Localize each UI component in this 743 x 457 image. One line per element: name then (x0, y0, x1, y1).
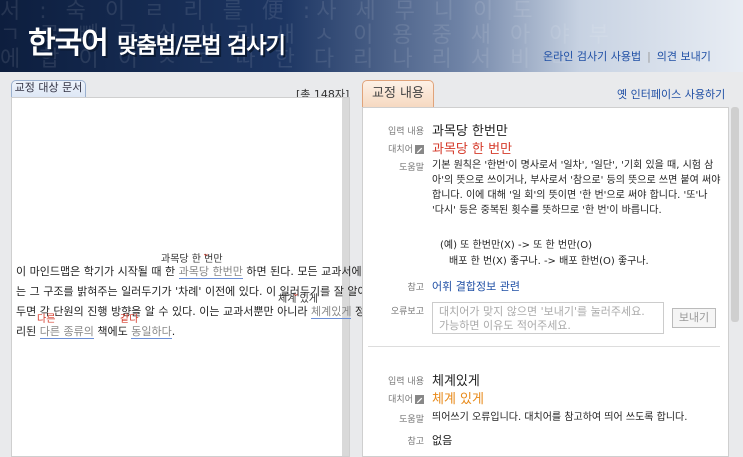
help-text: 기본 원칙은 '한번'이 명사로서 '일차', '일단', '기회 있을 때, … (432, 160, 721, 216)
input-value: 체계있게 (432, 374, 480, 389)
suggestion-label: 과목당 한 번만 (161, 254, 223, 265)
logo-title-rest: 맞춤법/문법 검사기 (117, 34, 286, 59)
old-interface-link[interactable]: 옛 인터페이스 사용하기 (617, 86, 725, 102)
doc-line: 다른 같다 리된 다른 종류의 책에도 동일하다. (16, 314, 338, 342)
example-line: (예) 또 한번만(X) -> 또 한 번만(O) (440, 240, 592, 251)
link-separator: | (647, 50, 651, 63)
right-scrollbar[interactable] (731, 107, 739, 322)
ref-label: 참고 (407, 437, 424, 447)
top-links: 온라인 검사기 사용법 | 의견 보내기 (543, 48, 711, 64)
manual-link[interactable]: 온라인 검사기 사용법 (543, 48, 641, 64)
help-text: 띄어쓰기 오류입니다. 대치어를 참고하여 띄어 쓰도록 합니다. (432, 412, 688, 423)
edit-icon (415, 145, 424, 154)
ref-link[interactable]: 어휘 결합정보 관련 (432, 278, 520, 294)
input-label: 입력 내용 (388, 127, 424, 137)
replace-value[interactable]: 과목당 한 번만 (432, 138, 512, 157)
help-label: 도움말 (399, 415, 424, 425)
send-button[interactable]: 보내기 (672, 308, 716, 328)
source-document-text: 과목당 한 번만 ⌄ 이 마인드맵은 학기가 시작될 때 한 과목당 한번만 하… (16, 249, 368, 342)
example-line: 배포 한 번(X) 좋구나. -> 배포 한번(O) 좋구나. (449, 256, 649, 267)
replace-label: 대치어 (370, 392, 424, 405)
caret-icon: ⌄ (292, 289, 300, 299)
replace-label: 대치어 (370, 142, 424, 155)
help-label: 도움말 (399, 163, 424, 173)
tab-corrections[interactable]: 교정 내용 (362, 80, 434, 107)
replace-value[interactable]: 체계 있게 (432, 388, 484, 407)
suggestion-label: 다른 (37, 314, 56, 325)
logo-title-main: 한국어 (28, 26, 118, 61)
site-header: 서 : 숙 이 ㄹ 리 를 便 :사 세 무 니 이 도 ㄱ 로 빼 금 식 사… (0, 0, 743, 72)
input-label: 입력 내용 (388, 377, 424, 387)
doc-line: 체계 있게 ⌄ 두면 각 단원의 진행 방향을 알 수 있다. 이는 교과서뿐만… (16, 289, 365, 322)
ref-value: 없음 (432, 434, 453, 447)
report-label: 오류보고 (390, 307, 424, 317)
entry-divider (368, 346, 720, 347)
suggestion-label: 같다 (120, 314, 139, 325)
caret-icon: ⌄ (202, 249, 210, 259)
ref-label: 참고 (407, 283, 424, 293)
edit-icon (415, 395, 424, 404)
doc-line: 과목당 한 번만 ⌄ 이 마인드맵은 학기가 시작될 때 한 과목당 한번만 하… (16, 249, 362, 282)
report-textarea[interactable]: 대치어가 맞지 않으면 '보내기'를 눌러주세요. 가능하면 이유도 적어주세요… (432, 302, 664, 334)
feedback-link[interactable]: 의견 보내기 (657, 48, 711, 64)
site-logo[interactable]: 한국어 맞춤법/문법 검사기 (28, 18, 286, 62)
correction-entry: 입력 내용 과목당 한번만 대치어 과목당 한 번만 도움말 기본 원칙은 '한… (370, 120, 722, 342)
correction-entry: 입력 내용 체계있게 대치어 체계 있게 도움말 띄어쓰기 오류입니다. 대치어… (370, 370, 722, 452)
input-value: 과목당 한번만 (432, 124, 508, 139)
